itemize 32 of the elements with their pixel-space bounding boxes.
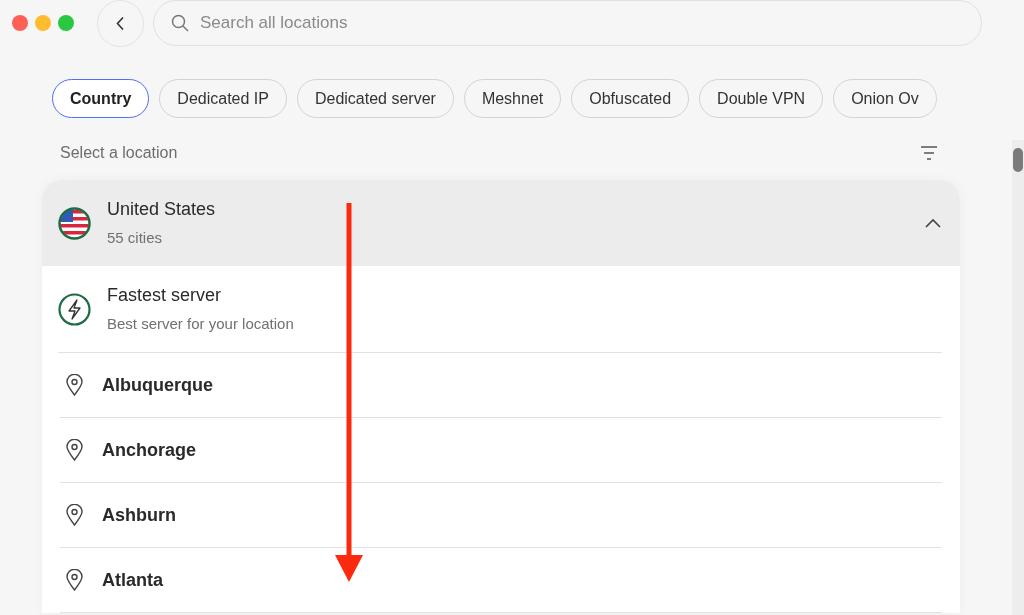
- location-pin-icon: [66, 439, 83, 461]
- chevron-up-icon: [924, 217, 942, 229]
- minimize-window-button[interactable]: [35, 15, 51, 31]
- lightning-icon: [58, 292, 91, 326]
- row-subtitle: Best server for your location: [107, 314, 294, 335]
- filter-chip[interactable]: Country: [52, 79, 150, 118]
- search-field[interactable]: Search all locations: [153, 0, 982, 46]
- filter-icon[interactable]: [920, 145, 938, 161]
- city-name: Albuquerque: [102, 373, 213, 397]
- city-count: 55 cities: [107, 228, 164, 249]
- zoom-window-button[interactable]: [58, 15, 74, 31]
- filter-chip[interactable]: Onion Ov: [833, 79, 937, 118]
- country-name: United States: [107, 198, 217, 222]
- chevron-left-icon: [116, 15, 125, 31]
- scrollbar-thumb[interactable]: [1013, 148, 1023, 172]
- location-pin-icon: [66, 374, 83, 396]
- country-header[interactable]: United States 55 cities: [42, 180, 960, 266]
- city-name: Anchorage: [102, 438, 197, 462]
- location-pin-icon: [66, 569, 83, 591]
- city-name: Ashburn: [102, 503, 176, 527]
- filter-chip[interactable]: Dedicated server: [296, 79, 454, 118]
- filter-chip[interactable]: Double VPN: [699, 79, 824, 118]
- filter-chip[interactable]: Dedicated IP: [159, 79, 287, 118]
- filter-chip[interactable]: Meshnet: [463, 79, 562, 118]
- location-pin-icon: [66, 504, 83, 526]
- city-name: Atlanta: [102, 568, 163, 592]
- flag-icon: [58, 206, 91, 240]
- search-icon: [171, 14, 189, 32]
- close-window-button[interactable]: [12, 15, 28, 31]
- row-title: Fastest server: [107, 284, 223, 308]
- section-label: Select a location: [60, 143, 178, 163]
- filter-chip[interactable]: Obfuscated: [571, 79, 690, 118]
